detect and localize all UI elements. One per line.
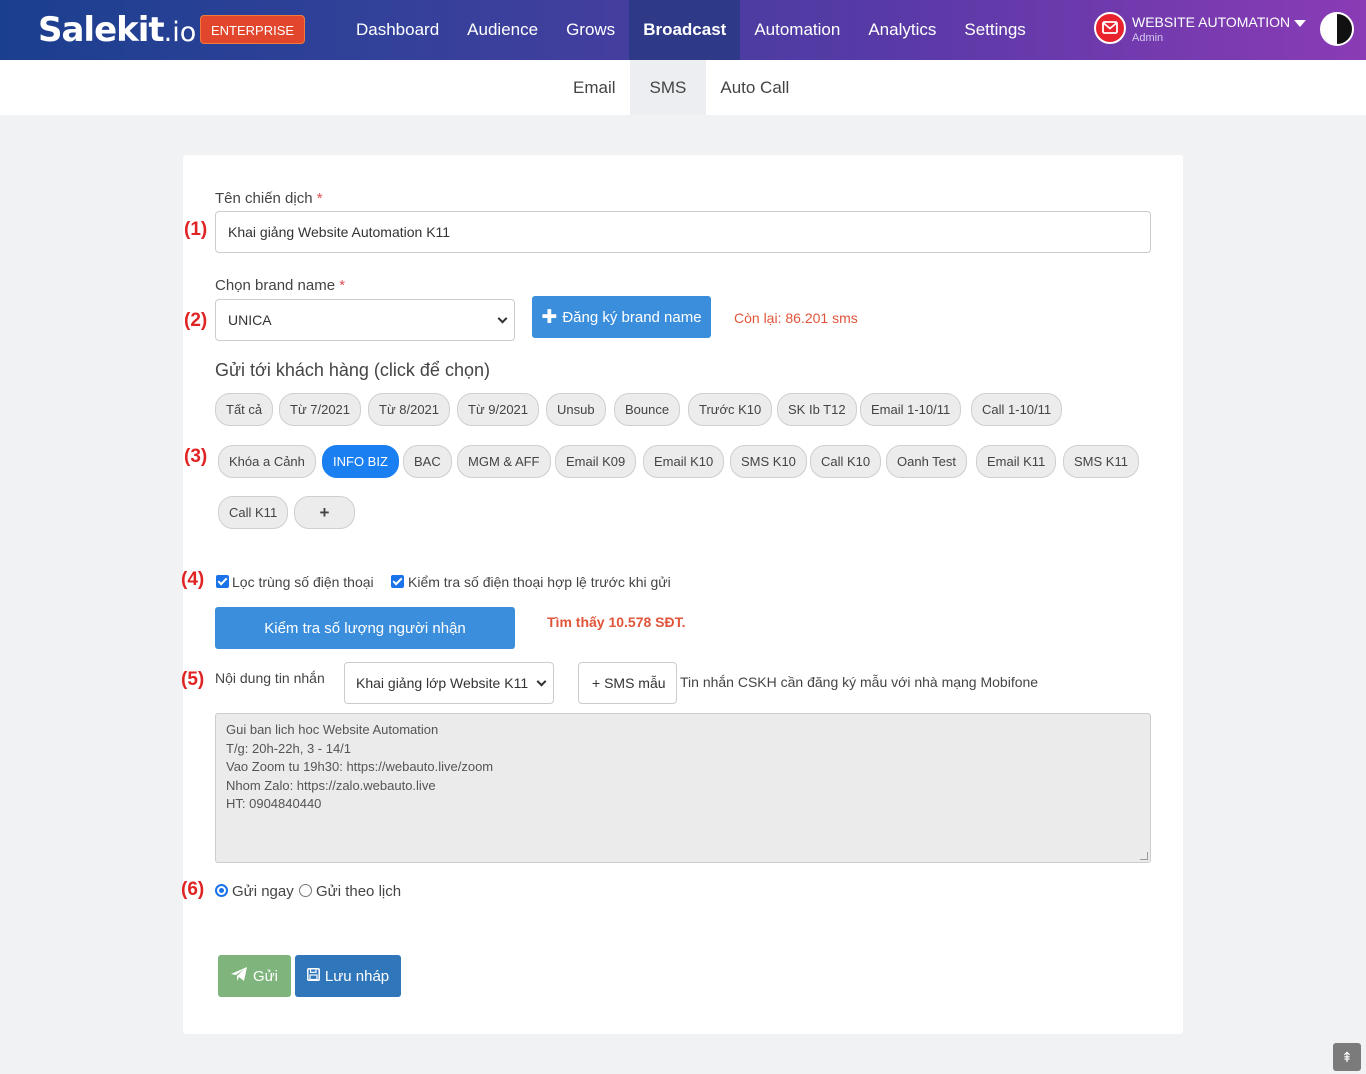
required-mark: * bbox=[339, 277, 346, 294]
mail-icon bbox=[1094, 12, 1126, 44]
segment-chip[interactable]: Email K11 bbox=[976, 445, 1057, 478]
segment-chip[interactable]: Trước K10 bbox=[688, 393, 773, 426]
remaining-sms: Còn lại: 86.201 sms bbox=[734, 310, 858, 326]
segment-chip[interactable]: Call K10 bbox=[810, 445, 882, 478]
paper-plane-icon bbox=[230, 967, 247, 985]
check-recipients-button[interactable]: Kiểm tra số lượng người nhận bbox=[215, 607, 515, 649]
campaign-name-label-text: Tên chiến dịch bbox=[215, 190, 313, 207]
segment-chip[interactable]: Từ 7/2021 bbox=[279, 393, 362, 426]
step-6-marker: (6) bbox=[181, 879, 205, 900]
campaign-name-label: Tên chiến dịch * bbox=[215, 190, 323, 207]
send-scheduled-label: Gửi theo lịch bbox=[316, 883, 402, 900]
account-role: Admin bbox=[1132, 32, 1164, 44]
content-label: Nội dung tin nhắn bbox=[215, 670, 325, 686]
step-5-marker: (5) bbox=[181, 669, 205, 690]
segment-chip[interactable]: Email 1-10/11 bbox=[860, 393, 962, 426]
step-4-marker: (4) bbox=[181, 569, 205, 590]
message-line: Vao Zoom tu 19h30: https://webauto.live/… bbox=[226, 759, 494, 774]
segment-chip-selected[interactable]: INFO BIZ bbox=[322, 445, 399, 478]
send-scheduled-radio[interactable] bbox=[299, 884, 312, 897]
brand-name-value: UNICA bbox=[228, 312, 272, 328]
salekit-logo[interactable]: Salekit.io bbox=[38, 10, 196, 50]
message-line: T/g: 20h-22h, 3 - 14/1 bbox=[226, 740, 352, 756]
main-nav: Dashboard Audience Grows Broadcast Autom… bbox=[342, 0, 1040, 60]
step-3-marker: (3) bbox=[184, 446, 208, 467]
segment-chip[interactable]: MGM & AFF bbox=[457, 445, 551, 478]
message-line: Nhom Zalo: https://zalo.webauto.live bbox=[226, 777, 436, 793]
segment-chip[interactable]: SMS K10 bbox=[730, 445, 807, 478]
chevron-down-icon bbox=[1294, 20, 1306, 27]
nav-dashboard[interactable]: Dashboard bbox=[342, 0, 453, 60]
send-label: Gửi bbox=[252, 967, 279, 985]
segment-chip[interactable]: SMS K11 bbox=[1063, 445, 1139, 478]
nav-analytics[interactable]: Analytics bbox=[854, 0, 950, 60]
tab-email[interactable]: Email bbox=[559, 60, 630, 115]
segment-chip[interactable]: Call K11 bbox=[218, 496, 289, 529]
message-template-select[interactable]: Khai giảng lớp Website K11 bbox=[344, 662, 554, 704]
segment-chip[interactable]: BAC bbox=[403, 445, 452, 478]
brand-name-select[interactable]: UNICA bbox=[215, 299, 515, 341]
segment-chip[interactable]: Unsub bbox=[546, 393, 606, 426]
enterprise-badge: ENTERPRISE bbox=[200, 15, 306, 44]
message-textarea[interactable]: Gui ban lich hoc Website Automation T/g:… bbox=[215, 713, 1151, 863]
plus-icon: ✚ bbox=[541, 306, 558, 328]
chevron-down-icon bbox=[536, 676, 547, 687]
tab-sms[interactable]: SMS bbox=[629, 60, 707, 115]
segment-chip[interactable]: Email K10 bbox=[643, 445, 725, 478]
register-brand-label: Đăng ký brand name bbox=[562, 308, 702, 326]
validate-phones-checkbox[interactable] bbox=[391, 575, 404, 588]
filter-duplicates-label: Lọc trùng số điện thoại bbox=[232, 574, 374, 590]
add-segment-button[interactable]: + bbox=[294, 496, 355, 529]
campaign-name-input[interactable]: Khai giảng Website Automation K11 bbox=[215, 211, 1151, 253]
segment-chip[interactable]: Email K09 bbox=[555, 445, 637, 478]
sms-template-button[interactable]: + SMS mẫu bbox=[578, 662, 677, 704]
validate-phones-label: Kiểm tra số điện thoại hợp lệ trước khi … bbox=[408, 574, 671, 590]
nav-automation[interactable]: Automation bbox=[740, 0, 854, 60]
nav-settings[interactable]: Settings bbox=[950, 0, 1039, 60]
nav-audience[interactable]: Audience bbox=[453, 0, 552, 60]
send-now-radio[interactable] bbox=[215, 884, 228, 897]
filter-duplicates-checkbox[interactable] bbox=[216, 575, 229, 588]
chevron-down-icon bbox=[497, 313, 508, 324]
sms-template-label: + SMS mẫu bbox=[592, 675, 666, 691]
broadcast-subnav: Email SMS Auto Call bbox=[0, 60, 1366, 115]
found-count: Tìm thấy 10.578 SĐT. bbox=[547, 614, 686, 630]
sms-campaign-form: Tên chiến dịch * (1) Khai giảng Website … bbox=[181, 155, 1183, 1034]
step-2-marker: (2) bbox=[184, 310, 208, 331]
segment-chip[interactable]: Call 1-10/11 bbox=[971, 393, 1063, 426]
message-line: Gui ban lich hoc Website Automation bbox=[226, 722, 439, 737]
logo-suffix: .io bbox=[163, 17, 197, 48]
segment-chip[interactable]: Tất cả bbox=[215, 393, 274, 426]
segment-chip[interactable]: Khóa a Cảnh bbox=[218, 445, 316, 478]
register-brand-button[interactable]: ✚ Đăng ký brand name bbox=[532, 296, 711, 338]
brand-name-label-text: Chọn brand name bbox=[215, 277, 336, 294]
account-name: WEBSITE AUTOMATION bbox=[1132, 14, 1291, 30]
scroll-to-top-icon[interactable]: ⇞ bbox=[1333, 1043, 1361, 1071]
step-1-marker: (1) bbox=[184, 219, 208, 240]
message-line: HT: 0904840440 bbox=[226, 796, 322, 811]
resize-handle-icon[interactable] bbox=[1140, 852, 1148, 860]
nav-broadcast[interactable]: Broadcast bbox=[629, 0, 741, 60]
message-template-value: Khai giảng lớp Website K11 bbox=[356, 675, 529, 691]
segment-chip[interactable]: Từ 9/2021 bbox=[457, 393, 540, 426]
save-draft-label: Lưu nháp bbox=[324, 967, 390, 985]
tab-auto-call[interactable]: Auto Call bbox=[706, 60, 803, 115]
send-now-label: Gửi ngay bbox=[232, 883, 294, 900]
avatar[interactable] bbox=[1320, 12, 1354, 46]
segment-chip[interactable]: Bounce bbox=[614, 393, 681, 426]
send-button[interactable]: Gửi bbox=[218, 955, 291, 997]
segment-chip[interactable]: SK Ib T12 bbox=[777, 393, 857, 426]
segment-chip[interactable]: Oanh Test bbox=[886, 445, 968, 478]
brand-name-label: Chọn brand name * bbox=[215, 277, 345, 294]
campaign-name-value: Khai giảng Website Automation K11 bbox=[228, 224, 451, 240]
logo-text: Salekit bbox=[38, 10, 165, 50]
send-to-title: Gửi tới khách hàng (click để chọn) bbox=[215, 360, 490, 380]
top-navbar: Salekit.io ENTERPRISE Dashboard Audience… bbox=[0, 0, 1366, 60]
save-draft-button[interactable]: Lưu nháp bbox=[295, 955, 401, 997]
template-note: Tin nhắn CSKH cần đăng ký mẫu với nhà mạ… bbox=[680, 674, 1039, 690]
required-mark: * bbox=[316, 190, 323, 207]
segment-chip[interactable]: Từ 8/2021 bbox=[368, 393, 451, 426]
nav-grows[interactable]: Grows bbox=[552, 0, 629, 60]
floppy-disk-icon bbox=[306, 967, 320, 985]
